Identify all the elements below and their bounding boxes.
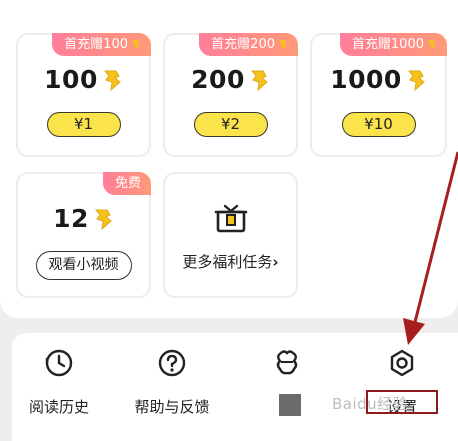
help-icon — [158, 349, 186, 377]
more-tasks-text: 更多福利任务 — [182, 253, 273, 271]
coin-icon — [94, 209, 112, 230]
nav-reading-history[interactable]: 阅读历史 — [4, 333, 114, 441]
badge-label: 首充赠1000 — [351, 37, 424, 52]
more-tasks-card[interactable]: 更多福利任务› — [163, 172, 298, 298]
more-tasks-label[interactable]: 更多福利任务› — [165, 251, 296, 272]
price-button[interactable]: ¥10 — [341, 112, 416, 137]
nav-help-feedback[interactable]: 帮助与反馈 — [117, 333, 227, 441]
gift-icon — [214, 204, 247, 233]
recharge-card-200[interactable]: 首充赠200 200 ¥2 — [163, 33, 298, 157]
history-icon — [45, 349, 73, 377]
coin-icon — [103, 70, 121, 91]
nav-label: 帮助与反馈 — [134, 398, 210, 416]
chevron-right-icon: › — [272, 253, 279, 271]
redacted-block — [279, 394, 301, 416]
nav-skin[interactable] — [232, 333, 342, 441]
coin-icon — [132, 40, 140, 50]
skin-icon — [276, 350, 298, 375]
rewards-panel: 首充赠100 100 ¥1 首充赠200 200 ¥2 首充赠1000 1000 — [0, 0, 458, 318]
bottom-toolbar: 阅读历史 帮助与反馈 设置 — [12, 333, 458, 441]
coin-icon — [279, 40, 287, 50]
price-button[interactable]: ¥2 — [193, 112, 268, 137]
watch-video-button[interactable]: 观看小视频 — [35, 251, 132, 280]
coin-icon — [250, 70, 268, 91]
badge-label: 首充赠200 — [211, 37, 275, 52]
recharge-card-100[interactable]: 首充赠100 100 ¥1 — [16, 33, 151, 157]
free-video-card[interactable]: 免费 12 观看小视频 — [16, 172, 151, 298]
coin-icon — [428, 40, 436, 50]
nav-label: 阅读历史 — [28, 398, 89, 416]
first-recharge-badge: 首充赠1000 — [339, 33, 447, 56]
coin-amount: 12 — [53, 204, 89, 233]
recharge-card-1000[interactable]: 首充赠1000 1000 ¥10 — [310, 33, 447, 157]
first-recharge-badge: 首充赠100 — [52, 33, 151, 56]
coin-amount: 1000 — [330, 65, 402, 94]
settings-icon — [390, 349, 414, 377]
badge-label: 免费 — [114, 176, 141, 191]
annotation-highlight-box — [366, 390, 438, 414]
coin-icon — [407, 70, 425, 91]
price-button[interactable]: ¥1 — [46, 112, 121, 137]
first-recharge-badge: 首充赠200 — [199, 33, 298, 56]
free-badge: 免费 — [102, 172, 151, 195]
coin-amount: 100 — [44, 65, 98, 94]
badge-label: 首充赠100 — [64, 37, 128, 52]
nav-settings[interactable]: 设置 — [347, 333, 457, 441]
coin-amount: 200 — [191, 65, 245, 94]
